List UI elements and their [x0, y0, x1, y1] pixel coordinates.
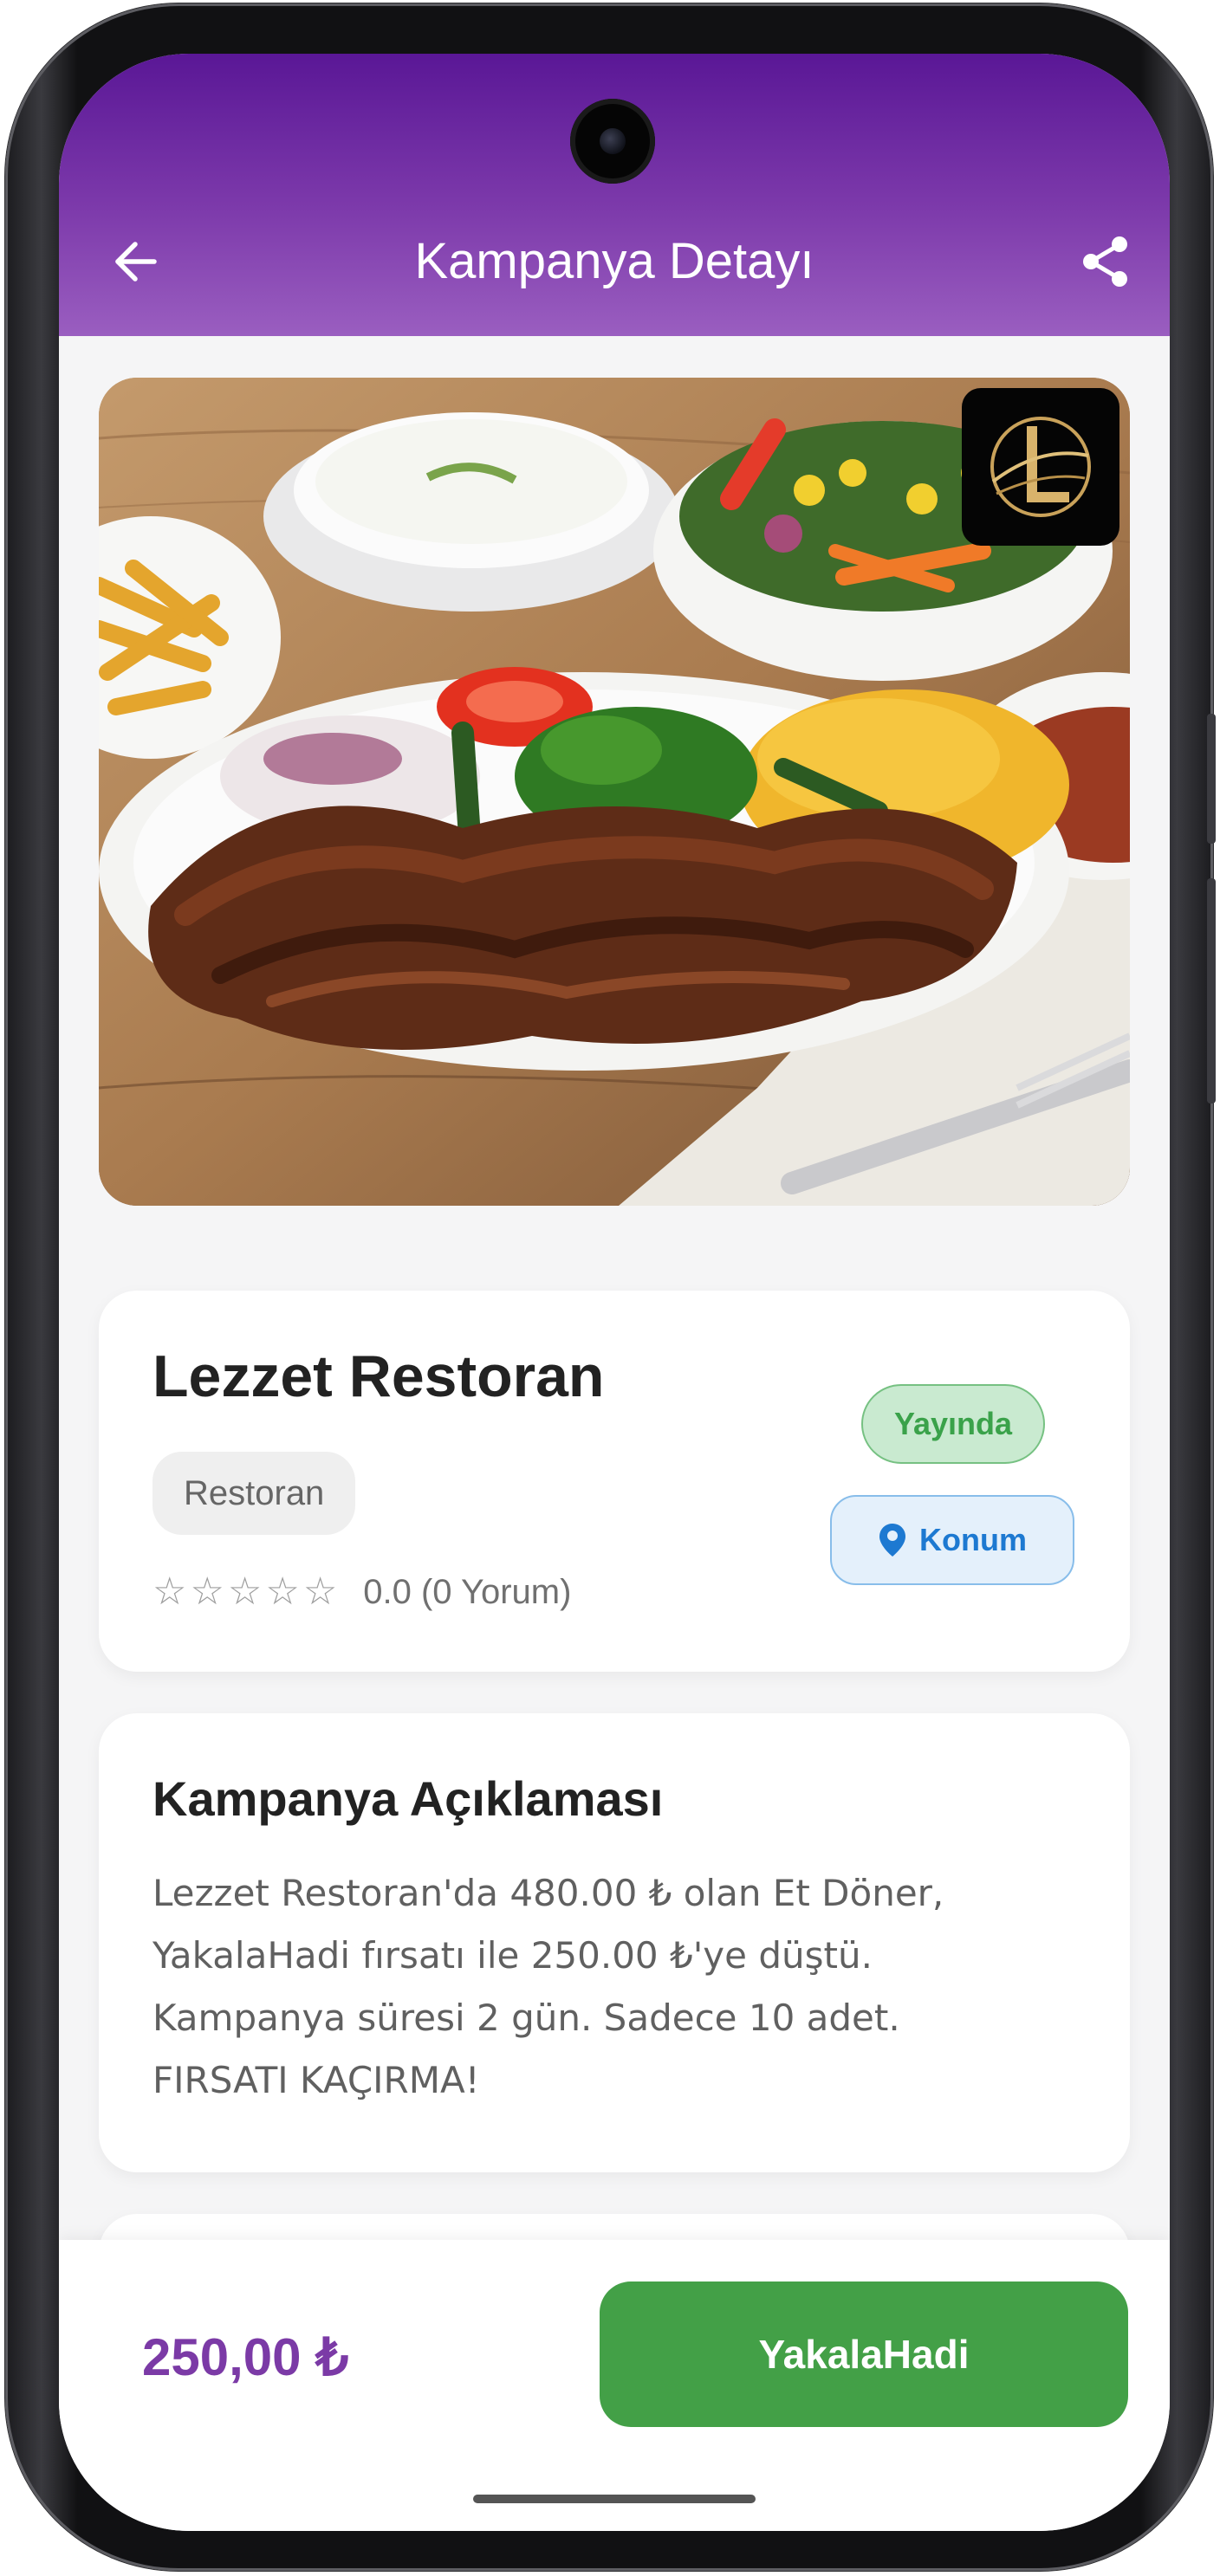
category-chip: Restoran: [152, 1452, 356, 1535]
campaign-description-card: Kampanya Açıklaması Lezzet Restoran'da 4…: [99, 1713, 1130, 2172]
star-icon: ☆: [302, 1570, 338, 1614]
description-line: Lezzet Restoran'da 480.00 ₺ olan Et Döne…: [152, 1872, 944, 1914]
phone-frame: Kampanya Detayı Lezzet Restoran Restoran…: [5, 3, 1216, 2571]
restaurant-info-card: Lezzet Restoran Restoran ☆ ☆ ☆ ☆ ☆ 0.0 (…: [99, 1291, 1130, 1672]
description-line: YakalaHadi fırsatı ile 250.00 ₺'ye düştü…: [152, 1934, 873, 1977]
rating-row: ☆ ☆ ☆ ☆ ☆ 0.0 (0 Yorum): [152, 1566, 571, 1618]
description-line: Kampanya süresi 2 gün. Sadece 10 adet.: [152, 1997, 900, 2039]
share-button[interactable]: [1071, 227, 1140, 296]
star-icon: ☆: [152, 1570, 187, 1614]
brand-logo-icon: [990, 417, 1091, 517]
rating-stars: ☆ ☆ ☆ ☆ ☆: [152, 1566, 337, 1618]
volume-up-button: [1207, 714, 1216, 844]
status-badge: Yayında: [861, 1384, 1045, 1464]
star-icon: ☆: [227, 1570, 263, 1614]
description-title: Kampanya Açıklaması: [152, 1771, 664, 1826]
bottom-action-bar: 250,00 ₺ YakalaHadi: [59, 2240, 1170, 2531]
front-camera: [570, 99, 655, 184]
restaurant-name: Lezzet Restoran: [152, 1343, 605, 1409]
star-icon: ☆: [265, 1570, 300, 1614]
star-icon: ☆: [190, 1570, 224, 1614]
rating-text: 0.0 (0 Yorum): [363, 1572, 572, 1611]
location-label: Konum: [919, 1522, 1027, 1557]
location-pin-icon: [879, 1524, 905, 1557]
share-icon: [1083, 236, 1127, 287]
campaign-image: [99, 378, 1130, 1206]
app-bar: Kampanya Detayı: [59, 54, 1170, 336]
description-text: Lezzet Restoran'da 480.00 ₺ olan Et Döne…: [152, 1862, 1088, 2112]
campaign-price: 250,00 ₺: [142, 2328, 349, 2386]
power-button: [1207, 878, 1216, 1104]
location-button[interactable]: Konum: [830, 1495, 1074, 1585]
restaurant-logo: [962, 388, 1119, 546]
home-indicator[interactable]: [473, 2495, 756, 2503]
page-title: Kampanya Detayı: [414, 233, 814, 289]
app-screen: Kampanya Detayı Lezzet Restoran Restoran…: [59, 54, 1170, 2531]
yakalahadi-button[interactable]: YakalaHadi: [600, 2282, 1128, 2427]
description-line: FIRSATI KAÇIRMA!: [152, 2059, 480, 2101]
